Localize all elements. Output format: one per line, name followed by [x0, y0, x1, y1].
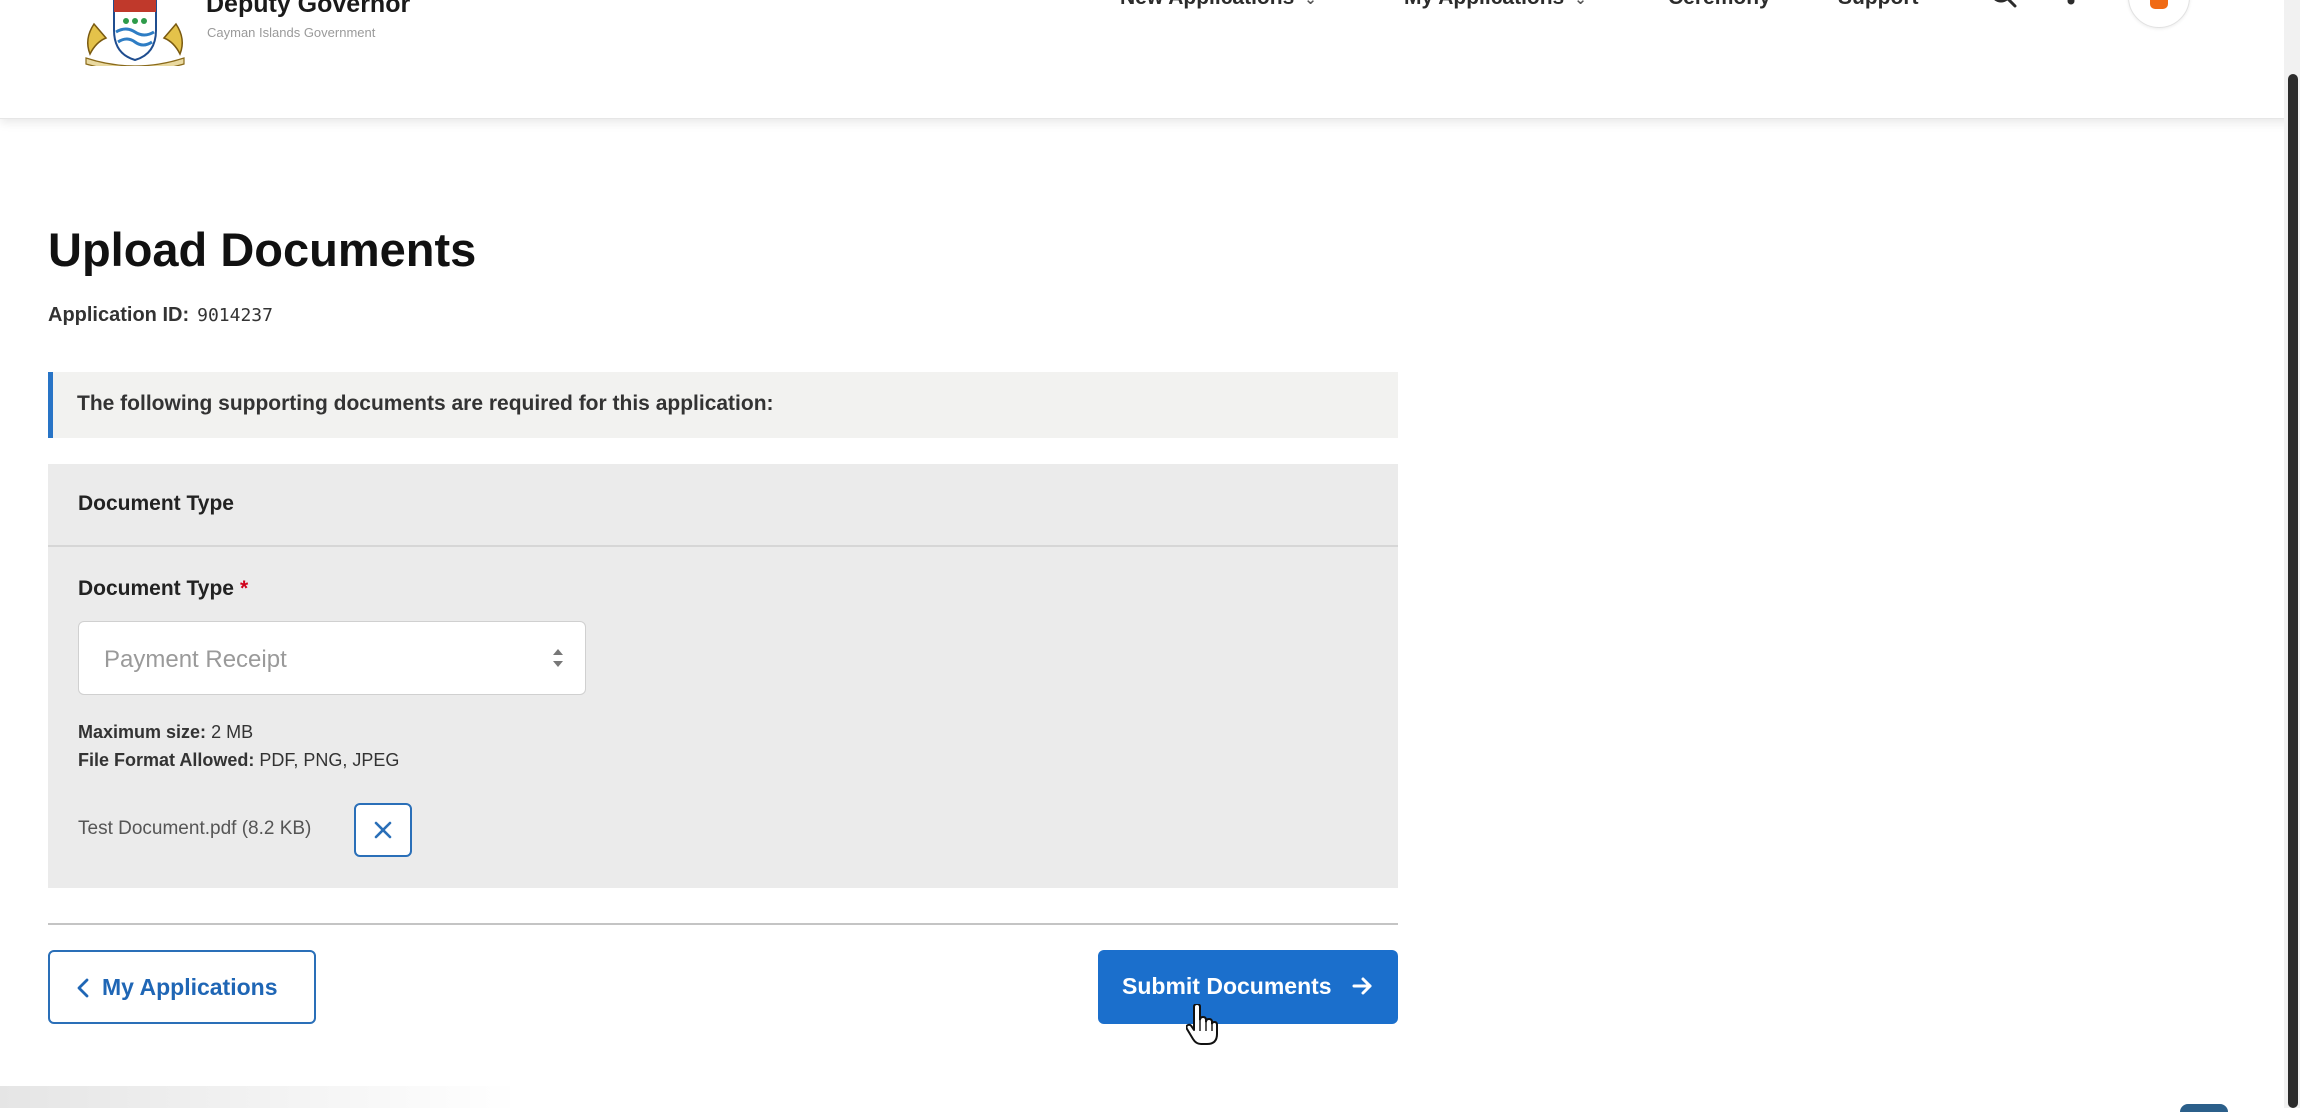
nav-label: My Applications [1404, 0, 1564, 9]
document-type-select[interactable]: Payment Receipt [78, 621, 586, 695]
nav-my-applications[interactable]: My Applications ⌄ [1404, 0, 1587, 10]
document-type-selected-value: Payment Receipt [104, 646, 287, 673]
nav-label: Ceremony [1668, 0, 1771, 9]
max-size-value: 2 MB [211, 722, 254, 742]
chevron-left-icon [77, 978, 89, 998]
site-header: Deputy Governor Cayman Islands Governmen… [0, 0, 2300, 119]
bell-icon[interactable] [2054, 0, 2088, 14]
back-button-label: My Applications [102, 974, 278, 1000]
coat-of-arms-logo[interactable] [76, 0, 194, 66]
org-subtitle: Cayman Islands Government [207, 25, 376, 40]
max-size-info: Maximum size: 2 MB [78, 722, 253, 743]
notice-text: The following supporting documents are r… [77, 392, 774, 415]
floating-widget-edge[interactable] [2180, 1104, 2228, 1112]
chevron-down-icon: ⌄ [1574, 0, 1587, 8]
my-applications-back-button[interactable]: My Applications [48, 950, 316, 1024]
document-panel-header: Document Type [48, 464, 1398, 547]
search-icon[interactable] [1988, 0, 2022, 14]
application-id-row: Application ID: 9014237 [48, 304, 273, 327]
nav-new-applications[interactable]: New Applications ⌄ [1120, 0, 1317, 10]
avatar-accent [2150, 0, 2168, 9]
uploaded-file-name: Test Document.pdf (8.2 KB) [78, 818, 312, 839]
bottom-shadow [0, 1086, 520, 1108]
submit-button-label: Submit Documents [1122, 973, 1332, 999]
chevron-down-icon: ⌄ [1304, 0, 1317, 8]
select-arrows-icon [553, 649, 563, 667]
nav-label: Support [1838, 0, 1918, 9]
nav-label: New Applications [1120, 0, 1294, 9]
document-type-label: Document Type * [78, 577, 248, 601]
document-panel-title: Document Type [78, 492, 234, 515]
nav-support[interactable]: Support [1838, 0, 1918, 10]
required-asterisk: * [239, 577, 249, 600]
remove-file-button[interactable] [354, 803, 412, 857]
section-divider [48, 923, 1398, 925]
user-avatar[interactable] [2128, 0, 2190, 28]
max-size-label: Maximum size: [78, 722, 207, 742]
org-name: Deputy Governor [206, 0, 411, 18]
application-id-value: 9014237 [197, 305, 273, 326]
page-title: Upload Documents [48, 223, 477, 276]
file-format-value: PDF, PNG, JPEG [259, 750, 400, 770]
hand-pointer-cursor-icon [1186, 1004, 1218, 1045]
arrow-right-icon [1352, 977, 1372, 995]
nav-ceremony[interactable]: Ceremony [1668, 0, 1771, 10]
field-label-text: Document Type [78, 577, 234, 600]
submit-documents-button[interactable]: Submit Documents [1098, 950, 1398, 1024]
file-format-info: File Format Allowed: PDF, PNG, JPEG [78, 750, 399, 771]
close-icon [374, 821, 392, 839]
file-format-label: File Format Allowed: [78, 750, 255, 770]
scrollbar-thumb[interactable] [2288, 74, 2298, 1108]
required-documents-notice: The following supporting documents are r… [48, 372, 1398, 438]
application-id-label: Application ID: [48, 304, 190, 326]
